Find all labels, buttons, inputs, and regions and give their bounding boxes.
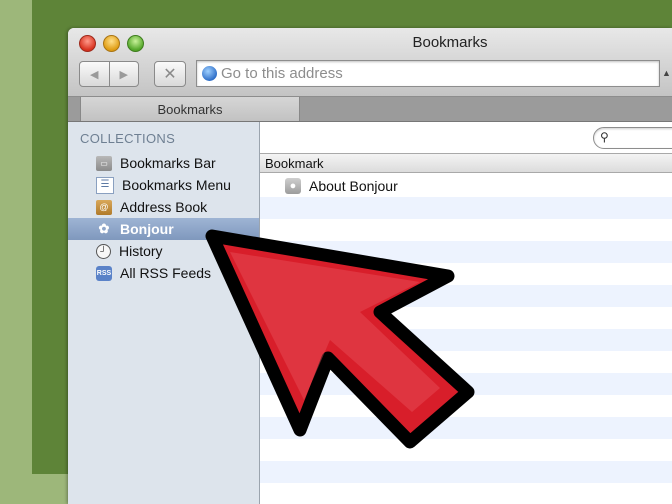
tab-bookmarks[interactable]: Bookmarks	[80, 97, 300, 121]
sidebar-item-label: History	[119, 243, 163, 259]
rss-icon: RSS	[96, 265, 112, 281]
window-title: Bookmarks	[412, 34, 488, 51]
empty-row	[260, 263, 672, 285]
collections-sidebar: COLLECTIONS ▭ Bookmarks Bar ☰ Bookmarks …	[68, 122, 260, 504]
sidebar-item-bookmarks-bar[interactable]: ▭ Bookmarks Bar	[68, 152, 259, 174]
stop-button[interactable]: ✕	[154, 61, 186, 87]
empty-row	[260, 417, 672, 439]
bookmark-list: ● About Bonjour	[260, 175, 672, 504]
list-item[interactable]: ● About Bonjour	[260, 175, 672, 197]
sidebar-item-address-book[interactable]: @ Address Book	[68, 196, 259, 218]
bookmarks-list-pane: ⚲ Bookmark ● About Bonjour	[260, 122, 672, 504]
empty-row	[260, 285, 672, 307]
column-header-bookmark[interactable]: Bookmark	[260, 153, 672, 173]
sidebar-item-label: Address Book	[120, 199, 208, 215]
back-forward-group: ◀ ▶	[79, 61, 139, 87]
tab-label: Bookmarks	[157, 101, 223, 117]
empty-row	[260, 307, 672, 329]
sidebar-item-label: All RSS Feeds	[120, 265, 212, 281]
empty-row	[260, 241, 672, 263]
empty-row	[260, 219, 672, 241]
title-bar: Bookmarks ◀ ▶ ✕ Go to this address ▲	[68, 28, 672, 97]
empty-row	[260, 197, 672, 219]
bookmarks-menu-icon: ☰	[96, 176, 114, 194]
search-icon: ⚲	[600, 130, 609, 144]
back-button[interactable]: ◀	[80, 62, 109, 86]
globe-icon	[202, 66, 217, 81]
empty-row	[260, 483, 672, 504]
collections-heading: COLLECTIONS	[80, 131, 176, 146]
sidebar-item-bookmarks-menu[interactable]: ☰ Bookmarks Menu	[68, 174, 259, 196]
sidebar-item-label: Bookmarks Menu	[122, 177, 231, 193]
back-arrow-icon: ◀	[90, 68, 99, 81]
empty-row	[260, 395, 672, 417]
sidebar-item-bonjour[interactable]: ✿ Bonjour	[68, 218, 259, 240]
bookmarks-window: Bookmarks ◀ ▶ ✕ Go to this address ▲ Boo…	[68, 28, 672, 504]
search-field[interactable]: ⚲	[593, 127, 672, 149]
bookmarks-bar-icon: ▭	[96, 155, 112, 171]
empty-row	[260, 373, 672, 395]
sidebar-item-label: Bookmarks Bar	[120, 155, 216, 171]
address-bar[interactable]: Go to this address	[196, 60, 660, 87]
empty-row	[260, 351, 672, 373]
tab-bar: Bookmarks	[68, 97, 672, 122]
list-item-label: About Bonjour	[309, 178, 398, 194]
clock-icon: ┘	[96, 243, 111, 259]
address-dropdown-icon[interactable]: ▲	[662, 68, 671, 78]
sidebar-item-history[interactable]: ┘ History	[68, 240, 259, 262]
stop-icon: ✕	[163, 66, 177, 83]
empty-row	[260, 461, 672, 483]
empty-row	[260, 329, 672, 351]
address-placeholder: Go to this address	[221, 65, 343, 82]
address-book-icon: @	[96, 199, 112, 215]
forward-arrow-icon: ▶	[119, 68, 128, 81]
sidebar-item-all-rss-feeds[interactable]: RSS All RSS Feeds	[68, 262, 259, 284]
column-header-label: Bookmark	[265, 155, 324, 171]
apple-icon: ●	[285, 178, 301, 194]
sidebar-item-label: Bonjour	[120, 221, 174, 237]
empty-row	[260, 439, 672, 461]
forward-button[interactable]: ▶	[108, 62, 139, 86]
bonjour-icon: ✿	[98, 221, 110, 236]
